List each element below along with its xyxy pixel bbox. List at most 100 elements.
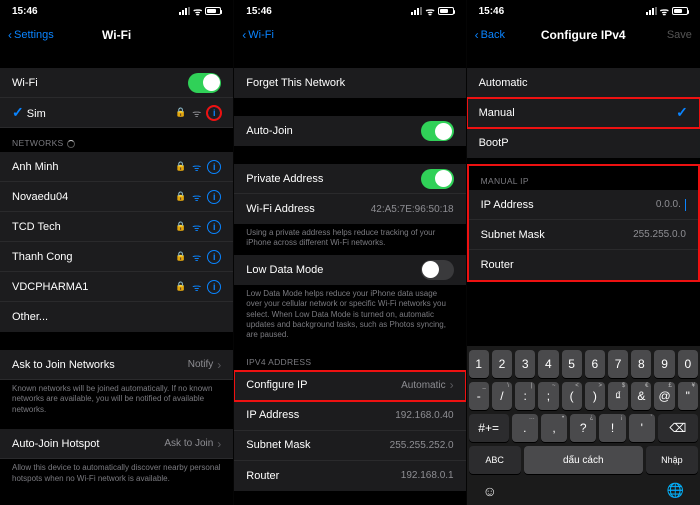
autojoin-row[interactable]: Auto-Join [234,116,465,146]
save-button[interactable]: Save [667,29,692,41]
key-backspace[interactable]: ⌫ [658,414,698,442]
lock-icon: 🔒 [175,221,186,232]
wifi-icon: ᯤ [192,190,201,204]
lock-icon: 🔒 [175,191,186,202]
configure-ip-row[interactable]: Configure IP Automatic› [234,371,465,401]
ask-join-row[interactable]: Ask to Join Networks Notify› [0,350,233,380]
key[interactable]: \/ [492,382,512,410]
network-name: Thanh Cong [12,251,73,263]
key[interactable]: 8 [631,350,651,378]
key[interactable]: |: [515,382,535,410]
key[interactable]: €& [631,382,651,410]
wifi-toggle-row[interactable]: Wi-Fi [0,68,233,98]
key[interactable]: ~; [538,382,558,410]
spinner-icon [67,140,75,148]
screen-network-detail: 15:46 ᯤ ‹Wi-Fi Forget This Network Auto-… [233,0,466,505]
lowdata-row[interactable]: Low Data Mode [234,255,465,285]
network-row[interactable]: Anh Minh🔒ᯤi [0,152,233,182]
key[interactable]: 4 [538,350,558,378]
signal-icon [179,7,190,15]
info-icon[interactable]: i [207,280,221,294]
network-name: VDCPHARMA1 [12,281,88,293]
globe-key[interactable]: 🌐 [666,482,683,499]
key[interactable]: $₫ [608,382,628,410]
key[interactable]: 7 [608,350,628,378]
info-icon[interactable]: i [207,220,221,234]
key-symbols[interactable]: #+= [469,414,509,442]
emoji-key[interactable]: ☺ [483,483,497,499]
key[interactable]: £@ [654,382,674,410]
key[interactable]: 3 [515,350,535,378]
status-time: 15:46 [12,6,38,17]
key-enter[interactable]: Nhập [646,446,698,474]
network-row[interactable]: VDCPHARMA1 🔒 ᯤi [0,272,233,302]
lock-icon: 🔒 [175,281,186,292]
info-icon[interactable]: i [207,250,221,264]
key-abc[interactable]: ABC [469,446,521,474]
lowdata-note: Low Data Mode helps reduce your iPhone d… [234,285,465,347]
back-button[interactable]: ‹Wi-Fi [242,28,274,42]
wifi-icon: ᯤ [192,250,201,264]
option-manual[interactable]: Manual✓ [467,98,700,128]
connected-network-row[interactable]: ✓ Sim 🔒 ᯤ i [0,98,233,128]
router-field[interactable]: Router [469,250,698,280]
key[interactable]: 6 [585,350,605,378]
back-button[interactable]: ‹Back [475,28,505,42]
key[interactable]: ¡! [599,414,625,442]
back-button[interactable]: ‹Settings [8,28,54,42]
network-row[interactable]: TCD Tech 🔒 ᯤi [0,212,233,242]
key[interactable]: …. [512,414,538,442]
autojoin-hotspot-row[interactable]: Auto-Join Hotspot Ask to Join› [0,429,233,459]
wifi-toggle[interactable] [188,73,221,93]
lock-icon: 🔒 [175,107,186,118]
wifi-icon: ᯤ [192,160,201,174]
key[interactable]: <( [562,382,582,410]
key-space[interactable]: dấu cách [524,446,643,474]
info-icon[interactable]: i [207,160,221,174]
status-bar: 15:46 ᯤ [234,0,465,20]
navbar: ‹Wi-Fi [234,20,465,50]
status-bar: 15:46 ᯤ [0,0,233,20]
lock-icon: 🔒 [175,161,186,172]
key[interactable]: _- [469,382,489,410]
page-title: Wi-Fi [102,28,131,42]
navbar: ‹Back Configure IPv4 Save [467,20,700,50]
wifi-icon: ᯤ [192,280,201,294]
key[interactable]: ’' [629,414,655,442]
network-row[interactable]: Thanh Cong 🔒 ᯤi [0,242,233,272]
check-icon: ✓ [12,104,24,120]
lowdata-toggle[interactable] [421,260,454,280]
chevron-right-icon: › [217,358,221,372]
subnet-field[interactable]: Subnet Mask255.255.0.0 [469,220,698,250]
network-row[interactable]: Novaedu04🔒ᯤi [0,182,233,212]
subnet-row: Subnet Mask255.255.252.0 [234,431,465,461]
keyboard[interactable]: 1234567890 _-\/|:~;<(>)$₫€&£@¥" #+= ….•,… [467,346,700,505]
lock-icon: 🔒 [175,251,186,262]
wifi-icon: ᯤ [192,220,201,234]
key[interactable]: ¿? [570,414,596,442]
private-note: Using a private address helps reduce tra… [234,224,465,255]
private-address-row[interactable]: Private Address [234,164,465,194]
other-network-row[interactable]: Other... [0,302,233,332]
key[interactable]: 0 [678,350,698,378]
info-icon[interactable]: i [207,190,221,204]
key[interactable]: 9 [654,350,674,378]
networks-header: NETWORKS [0,128,233,152]
network-name: TCD Tech [12,221,61,233]
info-icon[interactable]: i [207,106,221,120]
key[interactable]: •, [541,414,567,442]
key[interactable]: ¥" [678,382,698,410]
key[interactable]: 2 [492,350,512,378]
ip-address-field[interactable]: IP Address 0.0.0. [469,190,698,220]
forget-network-row[interactable]: Forget This Network [234,68,465,98]
key[interactable]: 1 [469,350,489,378]
key[interactable]: 5 [562,350,582,378]
navbar: ‹Settings Wi-Fi [0,20,233,50]
screen-wifi-list: 15:46 ᯤ ‹Settings Wi-Fi Wi-Fi ✓ Sim 🔒 ᯤ [0,0,233,505]
wifi-small-icon: ᯤ [193,4,202,18]
key[interactable]: >) [585,382,605,410]
option-bootp[interactable]: BootP [467,128,700,158]
private-address-toggle[interactable] [421,169,454,189]
autojoin-toggle[interactable] [421,121,454,141]
option-automatic[interactable]: Automatic [467,68,700,98]
